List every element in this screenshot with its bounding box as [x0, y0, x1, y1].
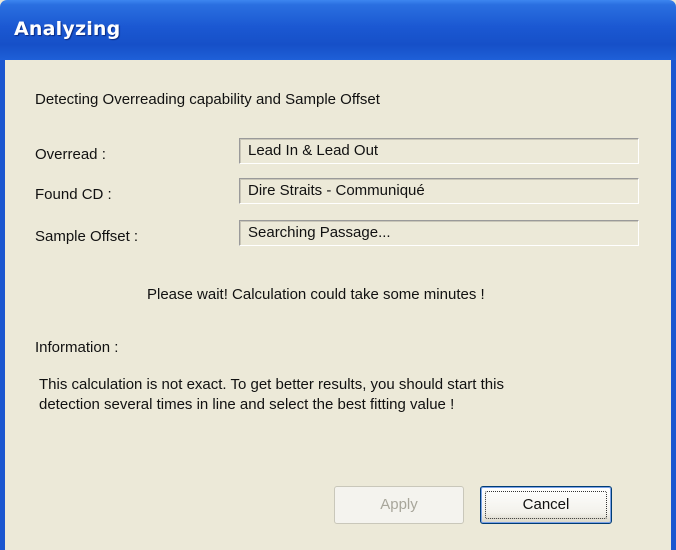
dialog-heading: Detecting Overreading capability and Sam… — [35, 91, 380, 108]
cancel-button[interactable]: Cancel — [480, 486, 612, 524]
information-line: This calculation is not exact. To get be… — [39, 376, 504, 393]
overread-label: Overread : — [35, 146, 106, 163]
information-line: detection several times in line and sele… — [39, 396, 455, 413]
analyzing-dialog: Analyzing Detecting Overreading capabili… — [0, 0, 676, 550]
cancel-button-label: Cancel — [522, 496, 570, 513]
found-cd-value: Dire Straits - Communiqué — [239, 178, 639, 204]
dialog-body: Detecting Overreading capability and Sam… — [5, 60, 671, 550]
apply-button[interactable]: Apply — [334, 486, 464, 524]
window-frame-right — [671, 60, 676, 550]
sample-offset-value: Searching Passage... — [239, 220, 639, 246]
window-title: Analyzing — [14, 18, 121, 40]
wait-message: Please wait! Calculation could take some… — [147, 286, 485, 303]
sample-offset-label: Sample Offset : — [35, 228, 139, 245]
information-label: Information : — [35, 339, 119, 356]
title-bar[interactable]: Analyzing — [0, 0, 676, 60]
overread-value: Lead In & Lead Out — [239, 138, 639, 164]
information-text: This calculation is not exact. To get be… — [39, 375, 639, 415]
found-cd-label: Found CD : — [35, 186, 112, 203]
